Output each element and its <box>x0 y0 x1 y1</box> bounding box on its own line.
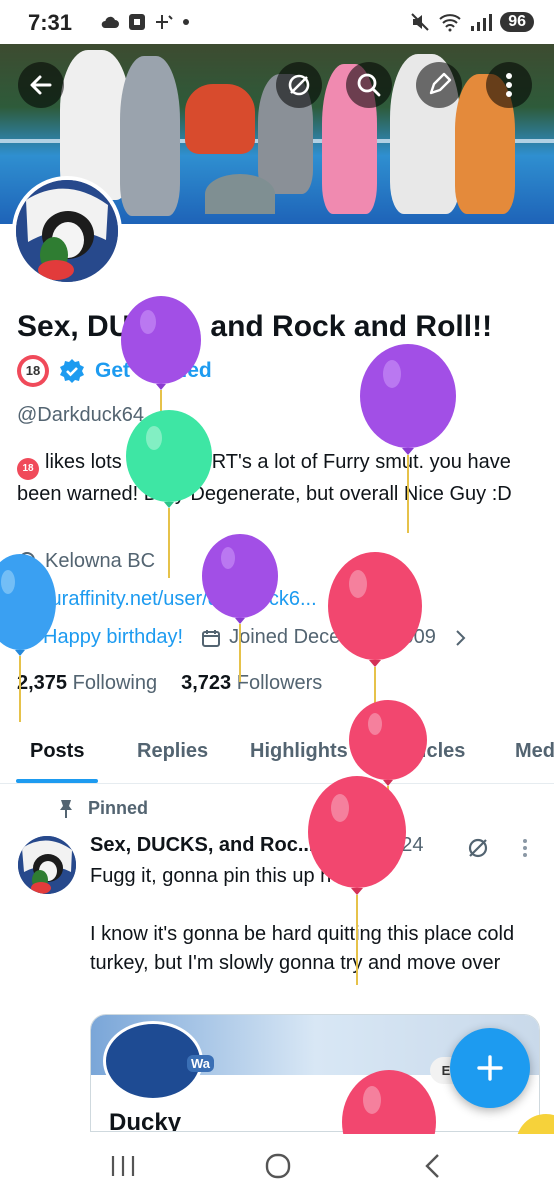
post-date: · 06 Nov 24 <box>320 834 424 856</box>
grok-button[interactable] <box>276 62 322 108</box>
post-text: Fugg it, gonna pin this up here I know i… <box>90 862 530 978</box>
tab-highlights[interactable]: Highlights <box>250 740 348 763</box>
grok-icon <box>288 74 310 96</box>
battery-indicator: 96 <box>500 12 534 32</box>
status-system-icons: 96 <box>410 12 534 32</box>
profile-bio: 18 likes lots of lewds, RT's a lot of Fur… <box>17 448 537 509</box>
nsfw-18-icon: 18 <box>17 355 49 387</box>
nsfw-18-icon: 18 <box>17 458 39 480</box>
verified-badge-icon <box>60 359 84 383</box>
post-line-2: I know it's gonna be hard quitting this … <box>90 923 515 974</box>
verify-row: 18 Get Verified <box>17 354 212 388</box>
following-link[interactable]: 2,375 Following <box>17 672 157 695</box>
profile-tabs: Posts Replies Highlights Articles Med <box>0 728 554 784</box>
status-bar: 7:31 96 <box>0 0 554 44</box>
profile-handle: @Darkduck64 <box>17 404 145 426</box>
grok-icon[interactable] <box>466 836 490 860</box>
website-link[interactable]: furaffinity.net/user/darkduck6... <box>45 588 317 611</box>
banner-shark-tail <box>205 174 275 214</box>
sparkle-icon <box>156 15 173 29</box>
post-line-1: Fugg it, gonna pin this up here <box>90 865 361 887</box>
status-notification-icons <box>100 13 190 31</box>
wifi-icon <box>439 14 461 32</box>
tab-media[interactable]: Med <box>515 740 554 763</box>
banner-character <box>120 56 180 216</box>
cloud-icon <box>101 16 119 28</box>
banner-character <box>185 84 255 154</box>
back-button[interactable] <box>18 62 64 108</box>
dot-icon <box>183 19 189 25</box>
active-tab-indicator <box>16 779 98 783</box>
more-button[interactable] <box>486 62 532 108</box>
follow-stats: 2,375 Following 3,723 Followers <box>17 672 322 695</box>
joined-text: Joined December 2009 <box>229 626 436 648</box>
search-button[interactable] <box>346 62 392 108</box>
signal-icon <box>471 14 493 31</box>
birthday-text[interactable]: Happy birthday! <box>43 626 183 649</box>
profile-name: Sex, DUCKS, and Rock and Roll!! <box>17 310 493 343</box>
balloon-icon <box>18 626 34 648</box>
website-row: furaffinity.net/user/darkduck6... <box>17 588 317 611</box>
status-time: 7:31 <box>28 10 73 35</box>
edit-icon <box>429 72 452 95</box>
embed-badge: Wa <box>187 1055 215 1072</box>
location-row: Kelowna BC <box>17 550 155 573</box>
tab-replies[interactable]: Replies <box>137 740 208 763</box>
tab-articles[interactable]: Articles <box>392 740 465 763</box>
system-nav-bar <box>0 1132 554 1200</box>
chevron-right-icon[interactable] <box>454 629 468 647</box>
embed-name: Ducky <box>109 1109 182 1132</box>
pinned-label: Pinned <box>58 798 148 819</box>
back-arrow-icon <box>30 75 52 95</box>
more-vertical-icon[interactable] <box>522 838 528 858</box>
bio-text: likes lots of lewds, RT's a lot of Furry… <box>17 451 512 505</box>
calendar-icon <box>202 629 221 647</box>
get-verified-link[interactable]: Get Verified <box>95 359 212 383</box>
post-author-name[interactable]: Sex, DUCKS, and Roc... <box>90 834 315 856</box>
tab-posts[interactable]: Posts <box>30 740 84 763</box>
avatar-art <box>18 836 76 894</box>
avatar-art <box>16 180 118 282</box>
recent-apps-icon[interactable] <box>110 1154 136 1178</box>
birthday-joined-row: Happy birthday! Joined December 2009 <box>17 626 468 649</box>
pin-icon <box>60 799 72 818</box>
mute-icon <box>411 13 429 31</box>
edit-button[interactable] <box>416 62 462 108</box>
plus-icon <box>477 1055 503 1081</box>
back-nav-icon[interactable] <box>422 1152 442 1180</box>
location-icon <box>18 551 36 573</box>
profile-avatar[interactable] <box>12 176 122 286</box>
home-icon[interactable] <box>264 1152 292 1180</box>
search-icon <box>357 73 381 97</box>
followers-link[interactable]: 3,723 Followers <box>181 672 322 695</box>
app-icon <box>129 14 145 30</box>
location-text: Kelowna BC <box>45 550 156 572</box>
more-vertical-icon <box>506 73 512 97</box>
post-header: Sex, DUCKS, and Roc... · 06 Nov 24 <box>90 834 423 857</box>
link-icon <box>19 592 35 607</box>
post-author-avatar[interactable] <box>18 836 76 894</box>
compose-button[interactable] <box>450 1028 530 1108</box>
